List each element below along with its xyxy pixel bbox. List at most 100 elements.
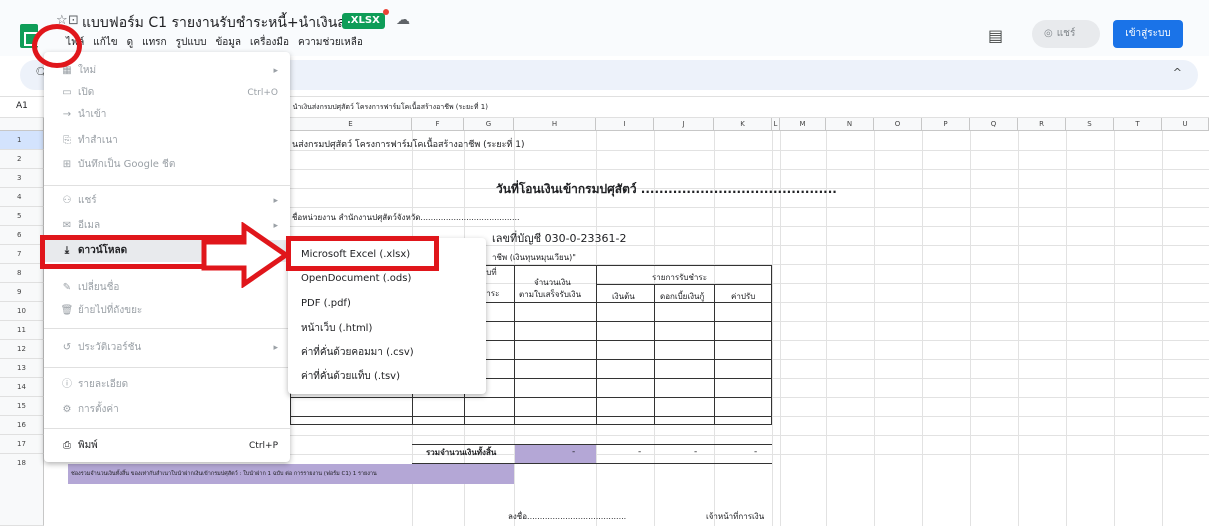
signature-line: ลงชื่อ..................................… [508, 512, 627, 521]
row-header[interactable]: 18 [0, 454, 44, 526]
fine-total: - [754, 447, 758, 457]
menu-item-share[interactable]: ⚇ แชร์ ▸ [44, 190, 290, 212]
document-title[interactable]: แบบฟอร์ม C1 รายงานรับชำระหนี้+นำเงินส่งก… [82, 12, 378, 34]
menu-data[interactable]: ข้อมูล [215, 35, 241, 50]
menu-item-open[interactable]: ▭ เปิด Ctrl+O [44, 82, 290, 104]
menu-divider [44, 428, 290, 429]
menu-item-trash[interactable]: 🗑︎ ย้ายไปที่ถังขยะ [44, 300, 290, 322]
sign-in-button[interactable]: เข้าสู่ระบบ [1113, 20, 1183, 48]
row-header[interactable]: 11 [0, 321, 44, 340]
column-header[interactable]: P [922, 118, 970, 131]
column-header[interactable]: I [596, 118, 654, 131]
row-header[interactable]: 3 [0, 169, 44, 188]
column-header[interactable]: M [780, 118, 826, 131]
column-header[interactable]: S [1066, 118, 1114, 131]
row-header[interactable]: 1 [0, 131, 44, 150]
table-border [290, 416, 772, 417]
menu-help[interactable]: ความช่วยเหลือ [298, 35, 363, 50]
globe-icon: ◎ [1044, 28, 1053, 39]
menu-item-details[interactable]: ⓘ รายละเอียด [44, 374, 290, 396]
gridline [922, 131, 923, 526]
column-header[interactable]: N [826, 118, 874, 131]
annotation-arrow-icon [201, 222, 290, 288]
table-header: ตามใบเสร็จรับเงิน [519, 290, 582, 299]
table-border [412, 444, 772, 445]
column-header[interactable]: E [290, 118, 412, 131]
menu-item-settings[interactable]: ⚙ การตั้งค่า [44, 399, 290, 421]
column-header[interactable]: H [514, 118, 596, 131]
table-header: รายการรับชำระ [652, 273, 707, 282]
save-icon: ⊞ [62, 159, 72, 170]
row-header[interactable]: 17 [0, 435, 44, 454]
row-header[interactable]: 2 [0, 150, 44, 169]
sheet-title-text: นส่งกรมปศุสัตว์ โครงการฟาร์มโคเนื้อสร้าง… [292, 140, 525, 150]
menu-divider [44, 185, 290, 186]
table-border [290, 397, 772, 398]
menu-item-copy[interactable]: ⎘ ทำสำเนา [44, 130, 290, 152]
move-folder-icon[interactable]: ⊡ [68, 13, 79, 28]
menu-tools[interactable]: เครื่องมือ [250, 35, 289, 50]
row-header[interactable]: 12 [0, 340, 44, 359]
menu-item-save-as-sheets[interactable]: ⊞ บันทึกเป็น Google ชีต [44, 154, 290, 176]
row-header[interactable]: 16 [0, 416, 44, 435]
column-header[interactable]: J [654, 118, 714, 131]
gear-icon: ⚙ [62, 404, 72, 415]
row-header[interactable]: 6 [0, 226, 44, 245]
gridline [1066, 131, 1067, 526]
column-header[interactable]: F [412, 118, 464, 131]
gridline [1018, 131, 1019, 526]
principal-total: - [638, 447, 642, 457]
treasurer-label: เจ้าหน้าที่การเงิน [706, 512, 765, 521]
menu-insert[interactable]: แทรก [142, 35, 166, 50]
download-pdf[interactable]: PDF (.pdf) [288, 292, 486, 316]
agency-text: ชื่อหน่วยงาน สำนักงานปศุสัตว์จังหวัด....… [292, 213, 520, 222]
row-header[interactable]: 10 [0, 302, 44, 321]
row-header[interactable]: 4 [0, 188, 44, 207]
comments-icon[interactable]: ▤ [988, 26, 1003, 45]
menu-item-version-history[interactable]: ↺ ประวัติเวอร์ชัน ▸ [44, 337, 290, 359]
gridline [1162, 131, 1163, 526]
cloud-status-icon[interactable]: ☁ [396, 12, 410, 28]
menu-view[interactable]: ดู [127, 35, 134, 50]
interest-total: - [694, 447, 698, 457]
chevron-up-icon[interactable]: ^ [1173, 66, 1182, 79]
row-header[interactable]: 13 [0, 359, 44, 378]
menu-format[interactable]: รูปแบบ [176, 35, 207, 50]
download-html[interactable]: หน้าเว็บ (.html) [288, 317, 486, 341]
total-cell[interactable] [515, 444, 596, 463]
add-person-icon: ⚇ [62, 195, 72, 206]
row-header[interactable]: 14 [0, 378, 44, 397]
file-format-badge: .XLSX [342, 13, 385, 29]
column-header[interactable]: T [1114, 118, 1162, 131]
formula-input[interactable]: : นำเงินส่งกรมปศุสัตว์ โครงการฟาร์มโคเนื… [288, 102, 488, 113]
column-header[interactable]: Q [970, 118, 1018, 131]
select-all-corner[interactable] [0, 118, 44, 131]
column-header[interactable]: L [772, 118, 780, 131]
share-button[interactable]: ◎ แชร์ [1032, 20, 1100, 48]
column-header[interactable]: R [1018, 118, 1066, 131]
info-icon: ⓘ [62, 379, 72, 390]
download-csv[interactable]: ค่าที่คั่นด้วยคอมมา (.csv) [288, 341, 486, 365]
row-header[interactable]: 7 [0, 245, 44, 264]
menu-item-import[interactable]: → นำเข้า [44, 104, 290, 126]
download-tsv[interactable]: ค่าที่คั่นด้วยแท็บ (.tsv) [288, 365, 486, 389]
row-header[interactable]: 8 [0, 264, 44, 283]
column-header[interactable]: U [1162, 118, 1209, 131]
trash-icon: 🗑︎ [60, 305, 74, 316]
annotation-circle [32, 24, 82, 68]
history-icon: ↺ [62, 342, 72, 353]
row-header[interactable]: 5 [0, 207, 44, 226]
name-box[interactable]: A1 [16, 101, 28, 111]
row-header[interactable]: 15 [0, 397, 44, 416]
column-header[interactable]: K [714, 118, 772, 131]
table-header: ดอกเบี้ยเงินกู้ [660, 292, 705, 301]
gridline [970, 131, 971, 526]
transfer-date-text: วันที่โอนเงินเข้ากรมปศุสัตว์ ...........… [496, 182, 837, 196]
column-header[interactable]: G [464, 118, 514, 131]
menu-edit[interactable]: แก้ไข [93, 35, 117, 50]
row-header[interactable]: 9 [0, 283, 44, 302]
submenu-arrow-icon: ▸ [273, 343, 278, 353]
column-header[interactable]: O [874, 118, 922, 131]
menu-item-new[interactable]: ▦ ใหม่ ▸ [44, 60, 290, 82]
menu-item-print[interactable]: ⎙ พิมพ์ Ctrl+P [44, 435, 290, 457]
